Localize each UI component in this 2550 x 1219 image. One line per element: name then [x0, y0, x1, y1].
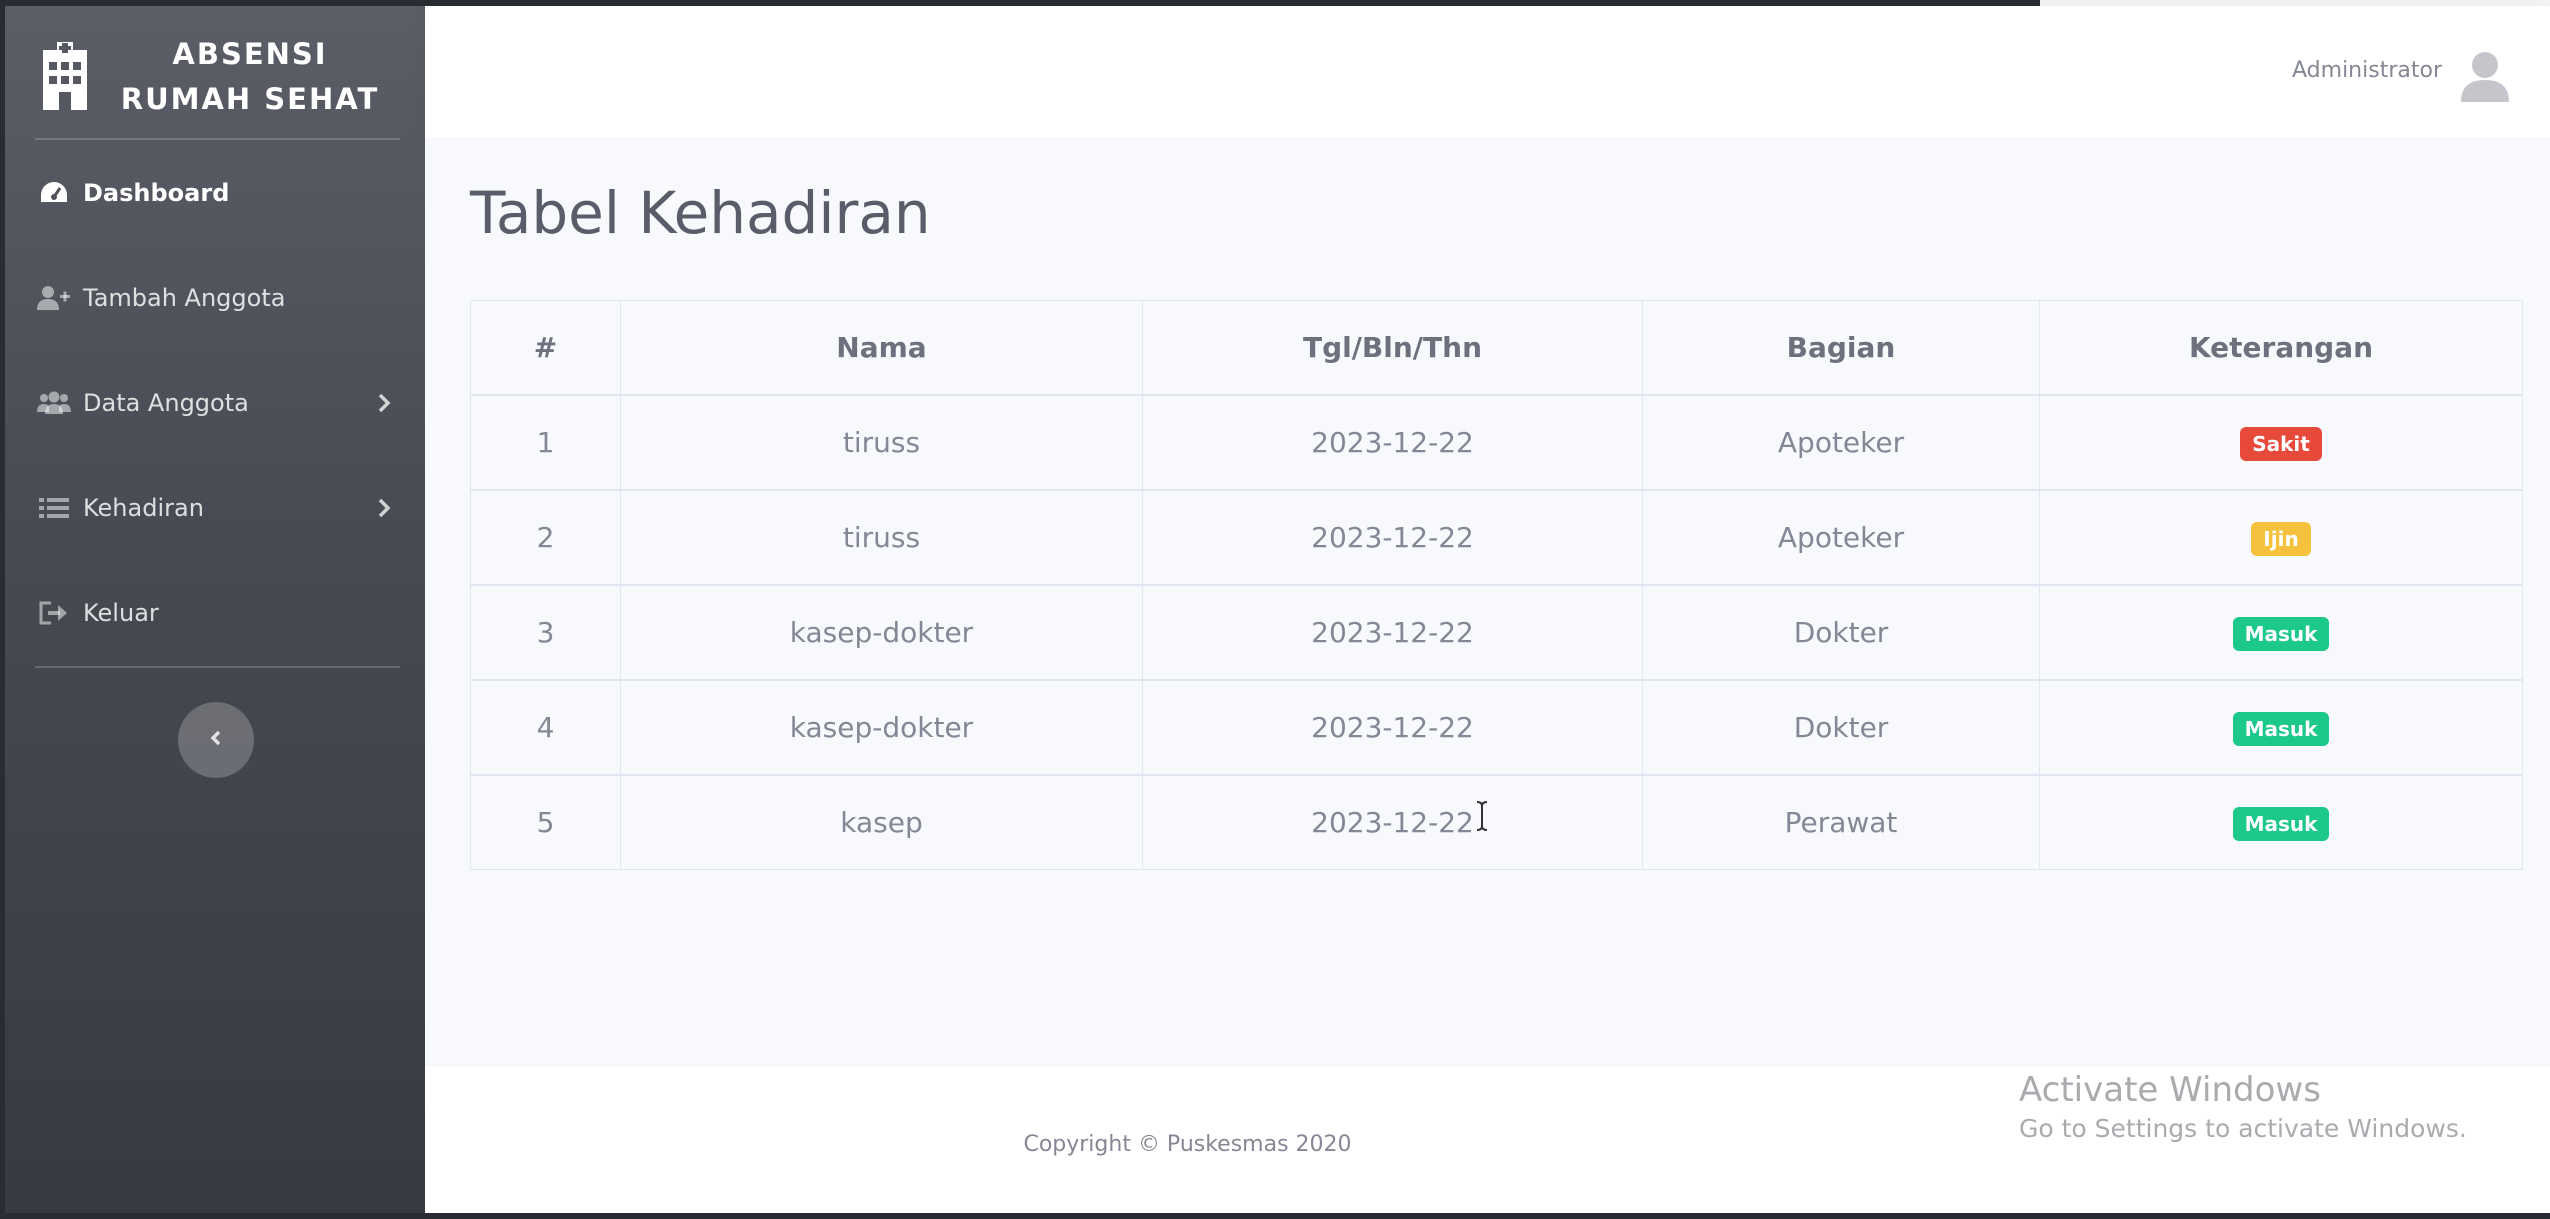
sidebar-toggle-button[interactable]	[178, 702, 254, 778]
cell-number: 3	[470, 584, 621, 681]
brand-line-1: ABSENSI	[172, 37, 328, 71]
cell-keterangan: Sakit	[2039, 394, 2523, 491]
cell-nama: tiruss	[620, 489, 1143, 586]
table-row: 5 kasep 2023-12-22 Perawat Masuk	[470, 774, 2523, 870]
cell-bagian: Perawat	[1642, 774, 2040, 870]
sidebar-item-label: Keluar	[83, 599, 159, 627]
main-content: Tabel Kehadiran # Nama Tgl/Bln/Thn Bagia…	[425, 137, 2550, 1067]
chevron-right-icon	[375, 496, 393, 520]
status-badge: Masuk	[2232, 616, 2330, 651]
cell-keterangan: Masuk	[2039, 774, 2523, 870]
column-header-number[interactable]: #	[470, 300, 621, 396]
cell-number: 1	[470, 394, 621, 491]
cell-nama: kasep-dokter	[620, 584, 1143, 681]
brand-line-2: RUMAH SEHAT	[120, 82, 380, 116]
cell-number: 4	[470, 679, 621, 776]
tachometer-icon	[37, 178, 71, 208]
hospital-icon	[35, 40, 95, 110]
sidebar-item-kehadiran[interactable]: Kehadiran	[5, 473, 425, 543]
footer-copyright: Copyright © Puskesmas 2020	[1023, 1132, 1352, 1157]
cell-tanggal: 2023-12-22	[1142, 584, 1643, 681]
table-row: 2 tiruss 2023-12-22 Apoteker Ijin	[470, 489, 2523, 586]
cell-tanggal: 2023-12-22	[1142, 774, 1643, 870]
cell-nama: kasep-dokter	[620, 679, 1143, 776]
status-badge: Masuk	[2232, 711, 2330, 746]
sidebar-item-tambah-anggota[interactable]: Tambah Anggota	[5, 263, 425, 333]
cell-number: 5	[470, 774, 621, 870]
attendance-table: # Nama Tgl/Bln/Thn Bagian Keterangan 1 t…	[470, 300, 2523, 870]
cell-keterangan: Masuk	[2039, 584, 2523, 681]
sidebar-divider	[35, 138, 400, 140]
attendance-table-container: # Nama Tgl/Bln/Thn Bagian Keterangan 1 t…	[470, 300, 2523, 870]
sidebar: ABSENSI RUMAH SEHAT Dashboard Tambah Ang…	[5, 6, 425, 1213]
table-row: 4 kasep-dokter 2023-12-22 Dokter Masuk	[470, 679, 2523, 776]
cell-tanggal: 2023-12-22	[1142, 394, 1643, 491]
table-row: 3 kasep-dokter 2023-12-22 Dokter Masuk	[470, 584, 2523, 681]
cell-bagian: Apoteker	[1642, 394, 2040, 491]
status-badge: Masuk	[2232, 806, 2330, 841]
status-badge: Sakit	[2240, 426, 2322, 461]
status-badge: Ijin	[2251, 521, 2311, 556]
cell-bagian: Dokter	[1642, 679, 2040, 776]
brand-title: ABSENSI RUMAH SEHAT	[115, 32, 385, 122]
cell-nama: kasep	[620, 774, 1143, 870]
cell-bagian: Dokter	[1642, 584, 2040, 681]
sidebar-item-data-anggota[interactable]: Data Anggota	[5, 368, 425, 438]
watermark-subtitle: Go to Settings to activate Windows.	[2019, 1114, 2467, 1143]
table-row: 1 tiruss 2023-12-22 Apoteker Sakit	[470, 394, 2523, 491]
users-icon	[37, 388, 71, 418]
list-icon	[37, 493, 71, 523]
chevron-left-icon	[206, 726, 226, 754]
sidebar-item-label: Kehadiran	[83, 494, 204, 522]
cell-tanggal: 2023-12-22	[1142, 489, 1643, 586]
column-header-bagian[interactable]: Bagian	[1642, 300, 2040, 396]
cell-number: 2	[470, 489, 621, 586]
sidebar-divider	[35, 666, 400, 668]
cell-nama: tiruss	[620, 394, 1143, 491]
sidebar-brand[interactable]: ABSENSI RUMAH SEHAT	[5, 6, 425, 138]
user-avatar-icon[interactable]	[2458, 48, 2512, 104]
text-cursor-icon	[1474, 800, 1490, 832]
sign-out-icon	[37, 598, 71, 628]
topbar: Administrator	[425, 6, 2550, 137]
sidebar-item-dashboard[interactable]: Dashboard	[5, 158, 425, 228]
watermark-title: Activate Windows	[2019, 1070, 2321, 1110]
column-header-keterangan[interactable]: Keterangan	[2039, 300, 2523, 396]
cell-bagian: Apoteker	[1642, 489, 2040, 586]
user-name[interactable]: Administrator	[2292, 58, 2442, 83]
page-title: Tabel Kehadiran	[470, 179, 931, 247]
cell-tanggal: 2023-12-22	[1142, 679, 1643, 776]
column-header-nama[interactable]: Nama	[620, 300, 1143, 396]
sidebar-item-label: Data Anggota	[83, 389, 249, 417]
sidebar-item-keluar[interactable]: Keluar	[5, 578, 425, 648]
cell-keterangan: Ijin	[2039, 489, 2523, 586]
sidebar-item-label: Dashboard	[83, 179, 230, 207]
cell-keterangan: Masuk	[2039, 679, 2523, 776]
table-header-row: # Nama Tgl/Bln/Thn Bagian Keterangan	[470, 300, 2523, 396]
column-header-tanggal[interactable]: Tgl/Bln/Thn	[1142, 300, 1643, 396]
chevron-right-icon	[375, 391, 393, 415]
activate-windows-watermark: Activate Windows Go to Settings to activ…	[2019, 1068, 2467, 1146]
user-plus-icon	[37, 283, 71, 313]
sidebar-item-label: Tambah Anggota	[83, 284, 286, 312]
